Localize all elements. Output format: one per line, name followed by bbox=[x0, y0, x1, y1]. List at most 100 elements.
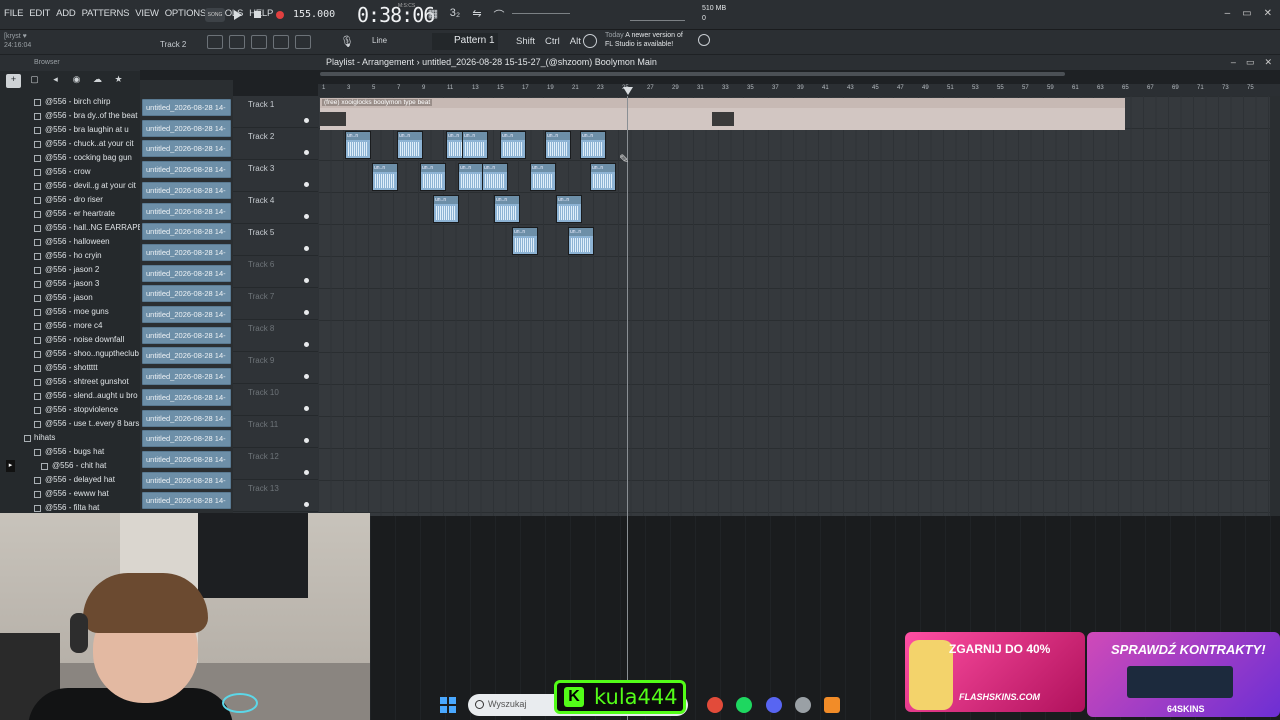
browser-item[interactable]: @556 - use t..every 8 bars bbox=[0, 417, 140, 431]
browser-item[interactable]: @556 - bugs hat bbox=[0, 445, 140, 459]
browser-item[interactable]: @556 - ewww hat bbox=[0, 487, 140, 501]
browser-item[interactable]: @556 - cocking bag gun bbox=[0, 151, 140, 165]
playlist-minimize-icon[interactable]: – bbox=[1231, 57, 1236, 68]
play-button[interactable] bbox=[230, 7, 246, 23]
clip-source-item[interactable]: untitled_2026-08-28 14- bbox=[142, 326, 231, 344]
menu-edit[interactable]: EDIT bbox=[29, 8, 50, 19]
star-icon[interactable]: ★ bbox=[111, 74, 126, 88]
browser-item[interactable]: @556 - chuck..at your cit bbox=[0, 137, 140, 151]
cloud-icon[interactable]: ☁ bbox=[90, 74, 105, 88]
playlist-grid[interactable] bbox=[318, 96, 1280, 516]
browser-item[interactable]: @556 - hall..NG EARRAPE) bbox=[0, 221, 140, 235]
track-header[interactable]: Track 6 bbox=[233, 256, 318, 288]
clip-source-item[interactable]: untitled_2026-08-28 14- bbox=[142, 264, 231, 282]
back-icon[interactable]: ◂ bbox=[48, 74, 63, 88]
timeline-ruler[interactable]: 1 3 5 7 9 11 13 15 17 19 21 23 25 27 29 31 33 35 37 39 41 43 4… bbox=[318, 84, 1280, 96]
plugin-icon[interactable]: ◉ bbox=[69, 74, 84, 88]
clip-source-item[interactable]: untitled_2026-08-28 14- bbox=[142, 347, 231, 365]
audio-clip[interactable]: (free) xooiglocks boolymon type beat bbox=[320, 98, 1125, 130]
menu-options[interactable]: OPTIONS bbox=[165, 8, 207, 19]
track-header[interactable]: Track 2 bbox=[233, 128, 318, 160]
vertical-scrollbar[interactable] bbox=[1270, 96, 1280, 516]
maximize-icon[interactable]: ▭ bbox=[1242, 8, 1251, 19]
ctrl-key[interactable]: Ctrl bbox=[545, 36, 560, 47]
clip-source-item[interactable]: untitled_2026-08-28 14- bbox=[142, 430, 231, 448]
browser-item[interactable]: @556 - stopviolence bbox=[0, 403, 140, 417]
track-mute-led-icon[interactable] bbox=[304, 150, 309, 155]
channel-rack-icon[interactable] bbox=[251, 35, 267, 49]
minimize-icon[interactable]: – bbox=[1225, 8, 1231, 19]
track-header[interactable]: Track 13 bbox=[233, 480, 318, 512]
pattern-clip[interactable]: un..n bbox=[494, 195, 520, 223]
track-mute-led-icon[interactable] bbox=[304, 438, 309, 443]
pattern-clip[interactable]: un..n bbox=[397, 131, 423, 159]
pattern-clip[interactable]: un..n bbox=[568, 227, 594, 255]
browser-item[interactable]: @556 - shtreet gunshot bbox=[0, 375, 140, 389]
pattern-selector[interactable]: Pattern 1 bbox=[432, 33, 498, 50]
playlist-maximize-icon[interactable]: ▭ bbox=[1246, 57, 1255, 68]
pattern-clip[interactable]: un..n bbox=[556, 195, 582, 223]
pattern-clip[interactable]: un..n bbox=[500, 131, 526, 159]
browser-item[interactable]: @556 - crow bbox=[0, 165, 140, 179]
step-edit-icon[interactable]: 3₂ bbox=[447, 7, 463, 21]
track-mute-led-icon[interactable] bbox=[304, 310, 309, 315]
pattern-clip[interactable]: un..n bbox=[580, 131, 606, 159]
record-button[interactable] bbox=[272, 7, 288, 23]
playlist-close-icon[interactable]: ✕ bbox=[1264, 57, 1272, 68]
metronome-icon[interactable]: ▦ bbox=[425, 7, 441, 21]
tempo-display[interactable]: 155.000 bbox=[293, 9, 335, 20]
track-mute-led-icon[interactable] bbox=[304, 406, 309, 411]
track-header[interactable]: Track 5 bbox=[233, 224, 318, 256]
browser-item[interactable]: @556 - delayed hat bbox=[0, 473, 140, 487]
clip-source-item[interactable]: untitled_2026-08-28 14- bbox=[142, 409, 231, 427]
track-header[interactable]: Track 7 bbox=[233, 288, 318, 320]
app-icon[interactable] bbox=[795, 697, 811, 713]
browser-item[interactable]: @556 - ho cryin bbox=[0, 249, 140, 263]
browser-item[interactable]: @556 - devil..g at your cit bbox=[0, 179, 140, 193]
track-mute-led-icon[interactable] bbox=[304, 118, 309, 123]
browser-item[interactable]: @556 - shottttt bbox=[0, 361, 140, 375]
track-mute-led-icon[interactable] bbox=[304, 502, 309, 507]
browser-folder[interactable]: hihats bbox=[0, 431, 140, 445]
track-header[interactable]: Track 12 bbox=[233, 448, 318, 480]
browser-item[interactable]: @556 - jason bbox=[0, 291, 140, 305]
track-mute-led-icon[interactable] bbox=[304, 342, 309, 347]
browser-item[interactable]: @556 - noise downfall bbox=[0, 333, 140, 347]
clip-source-item[interactable]: untitled_2026-08-28 14- bbox=[142, 388, 231, 406]
clip-source-item[interactable]: untitled_2026-08-28 14- bbox=[142, 99, 231, 116]
clip-source-item[interactable]: untitled_2026-08-28 14- bbox=[142, 306, 231, 323]
track-header[interactable]: Track 10 bbox=[233, 384, 318, 416]
snap-mode[interactable]: Line bbox=[372, 36, 387, 45]
clip-source-item[interactable]: untitled_2026-08-28 14- bbox=[142, 243, 231, 261]
clip-source-item[interactable]: untitled_2026-08-28 14- bbox=[142, 285, 231, 303]
browser-item[interactable]: @556 - bra laughin at u bbox=[0, 123, 140, 137]
browser-item[interactable]: @556 - birch chirp bbox=[0, 95, 140, 109]
browser-item[interactable]: @556 - jason 3 bbox=[0, 277, 140, 291]
piano-roll-icon[interactable] bbox=[229, 35, 245, 49]
track-header[interactable]: Track 1 bbox=[233, 96, 318, 128]
track-header[interactable]: Track 4 bbox=[233, 192, 318, 224]
track-mute-led-icon[interactable] bbox=[304, 278, 309, 283]
discord-icon[interactable] bbox=[766, 697, 782, 713]
pattern-clip[interactable]: un..n bbox=[420, 163, 446, 191]
cpu-knob-icon[interactable] bbox=[698, 34, 710, 46]
playback-marker-icon[interactable] bbox=[623, 87, 633, 95]
clip-source-item[interactable]: untitled_2026-08-28 14- bbox=[142, 181, 231, 199]
browser-item[interactable]: @556 - moe guns bbox=[0, 305, 140, 319]
add-icon[interactable]: + bbox=[6, 74, 21, 88]
track-mute-led-icon[interactable] bbox=[304, 246, 309, 251]
menu-patterns[interactable]: PATTERNS bbox=[82, 8, 130, 19]
track-mute-led-icon[interactable] bbox=[304, 214, 309, 219]
shift-key[interactable]: Shift bbox=[516, 36, 535, 47]
clip-source-item[interactable]: untitled_2026-08-28 14- bbox=[142, 202, 231, 220]
close-icon[interactable]: ✕ bbox=[1264, 8, 1272, 19]
browser-item[interactable]: @556 - slend..aught u bro bbox=[0, 389, 140, 403]
pattern-clip[interactable]: un..n bbox=[458, 163, 484, 191]
wait-input-icon[interactable]: ⇋ bbox=[469, 7, 485, 21]
pattern-clip[interactable]: un..n bbox=[512, 227, 538, 255]
clip-source-item[interactable]: untitled_2026-08-28 14- bbox=[142, 450, 231, 468]
track-mute-led-icon[interactable] bbox=[304, 182, 309, 187]
pattern-clip[interactable]: un..n bbox=[482, 163, 508, 191]
clip-source-item[interactable]: untitled_2026-08-28 14- bbox=[142, 223, 231, 241]
clip-source-item[interactable]: untitled_2026-08-28 14- bbox=[142, 368, 231, 386]
